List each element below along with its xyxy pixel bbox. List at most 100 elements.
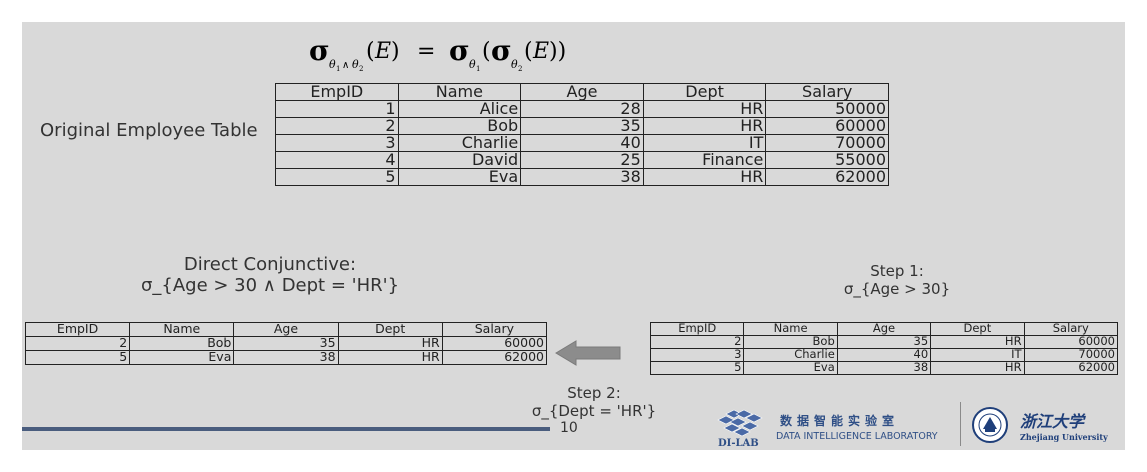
- formula-rparen-1: ): [391, 39, 400, 64]
- table-cell: Bob: [397, 117, 522, 135]
- dilab-logo: DI-LAB: [717, 409, 763, 448]
- table-cell: HR: [930, 361, 1025, 375]
- table-cell: Alice: [397, 100, 522, 118]
- table-cell: 35: [836, 335, 932, 349]
- dilab-logo-text: DI-LAB: [718, 438, 759, 448]
- column-header: Salary: [441, 322, 548, 337]
- slide: σ θ 1 ∧ θ 2 ( E ) = σ θ 1 ( σ θ 2 ( E ))…: [22, 22, 1125, 450]
- table-cell: 50000: [765, 100, 889, 118]
- table-row: 1 Alice 28 HR 50000: [275, 100, 889, 118]
- table-cell: 70000: [1023, 348, 1119, 362]
- formula-lparen-3: (: [524, 39, 533, 64]
- selection-formula: σ θ 1 ∧ θ 2 ( E ) = σ θ 1 ( σ θ 2 ( E )): [307, 26, 647, 82]
- column-header: EmpID: [275, 83, 399, 101]
- footer-rule: [22, 427, 550, 431]
- table-cell: 5: [649, 361, 745, 375]
- table-cell: Bob: [129, 336, 235, 351]
- table-cell: HR: [930, 335, 1025, 349]
- column-header: EmpID: [649, 322, 745, 336]
- table-cell: 5: [275, 168, 399, 186]
- page-number: 10: [560, 420, 578, 436]
- table-cell: Eva: [743, 361, 838, 375]
- table-row: 2 Bob 35 HR 60000: [649, 335, 1119, 349]
- formula-lparen-2: (: [482, 39, 491, 64]
- table-cell: 60000: [1023, 335, 1119, 349]
- column-header: Dept: [337, 322, 443, 337]
- direct-conjunctive-label: Direct Conjunctive: σ_{Age > 30 ∧ Dept =…: [120, 254, 420, 296]
- step1-label: Step 1: σ_{Age > 30}: [807, 262, 987, 298]
- table-cell: 38: [836, 361, 932, 375]
- column-header: Name: [397, 83, 522, 101]
- step2-label: Step 2: σ_{Dept = 'HR'}: [504, 384, 684, 420]
- table-cell: 25: [520, 151, 644, 169]
- table-cell: Finance: [642, 151, 767, 169]
- original-employee-table: EmpID Name Age Dept Salary 1 Alice 28 HR…: [275, 83, 889, 186]
- column-header: EmpID: [24, 322, 131, 337]
- lab-name-en: DATA INTELLIGENCE LABORATORY: [776, 431, 938, 442]
- table-cell: 35: [233, 336, 339, 351]
- table-cell: 62000: [441, 350, 548, 365]
- table-cell: 5: [24, 350, 131, 365]
- table-cell: 2: [24, 336, 131, 351]
- formula-equals: =: [417, 39, 435, 64]
- table-cell: IT: [642, 134, 767, 152]
- result-table: EmpID Name Age Dept Salary 2 Bob 35 HR 6…: [24, 322, 548, 365]
- table-cell: 3: [649, 348, 745, 362]
- table-cell: 40: [520, 134, 644, 152]
- table-cell: Eva: [129, 350, 235, 365]
- zju-emblem: [972, 407, 1008, 443]
- table-cell: HR: [642, 168, 767, 186]
- column-header: Salary: [765, 83, 889, 101]
- formula-sub-d: 2: [518, 65, 522, 73]
- logo-divider: [960, 402, 961, 446]
- table-cell: 38: [233, 350, 339, 365]
- table-cell: 28: [520, 100, 644, 118]
- column-header: Dept: [930, 322, 1025, 336]
- table-cell: HR: [642, 117, 767, 135]
- formula-sub-b: 2: [359, 65, 363, 73]
- lab-name-cn: 数据智能实验室: [780, 414, 900, 428]
- column-header: Name: [129, 322, 235, 337]
- table-cell: 60000: [441, 336, 548, 351]
- formula-theta-a: θ: [329, 58, 336, 71]
- table-cell: 40: [836, 348, 932, 362]
- table-cell: 70000: [765, 134, 889, 152]
- table-cell: 35: [520, 117, 644, 135]
- table-cell: 1: [275, 100, 399, 118]
- table-header-row: EmpID Name Age Dept Salary: [649, 322, 1119, 336]
- formula-E-1: E: [374, 39, 391, 64]
- step1-title: Step 1:: [870, 262, 924, 280]
- table-cell: 62000: [765, 168, 889, 186]
- table-row: 2 Bob 35 HR 60000: [275, 117, 889, 135]
- step1-table: EmpID Name Age Dept Salary 2 Bob 35 HR 6…: [649, 322, 1119, 375]
- table-cell: Charlie: [743, 348, 838, 362]
- column-header: Dept: [642, 83, 767, 101]
- formula-lparen-1: (: [366, 39, 375, 64]
- step2-expression: σ_{Dept = 'HR'}: [531, 402, 657, 420]
- table-row: 3 Charlie 40 IT 70000: [275, 134, 889, 152]
- table-cell: HR: [337, 336, 443, 351]
- formula-sub-c: 1: [476, 65, 480, 73]
- original-table-label: Original Employee Table: [40, 120, 258, 141]
- formula-and: ∧: [342, 60, 349, 71]
- table-row: 5 Eva 38 HR 62000: [649, 361, 1119, 375]
- table-cell: 60000: [765, 117, 889, 135]
- formula-sigma-2: σ: [449, 34, 470, 67]
- table-cell: 4: [275, 151, 399, 169]
- formula-svg: σ θ 1 ∧ θ 2 ( E ) = σ θ 1 ( σ θ 2 ( E )): [309, 34, 566, 73]
- direct-title: Direct Conjunctive:: [183, 254, 357, 275]
- zju-name-cn: 浙江大学: [1020, 412, 1085, 431]
- step1-expression: σ_{Age > 30}: [843, 280, 951, 298]
- table-row: 2 Bob 35 HR 60000: [24, 336, 548, 351]
- table-cell: David: [397, 151, 522, 169]
- table-cell: HR: [642, 100, 767, 118]
- table-cell: 38: [520, 168, 644, 186]
- table-cell: 62000: [1023, 361, 1119, 375]
- table-cell: 2: [649, 335, 745, 349]
- table-cell: HR: [337, 350, 443, 365]
- column-header: Name: [743, 322, 838, 336]
- formula-rparen-2: )): [549, 39, 566, 64]
- table-row: 3 Charlie 40 IT 70000: [649, 348, 1119, 362]
- table-header-row: EmpID Name Age Dept Salary: [24, 322, 548, 337]
- table-cell: IT: [930, 348, 1025, 362]
